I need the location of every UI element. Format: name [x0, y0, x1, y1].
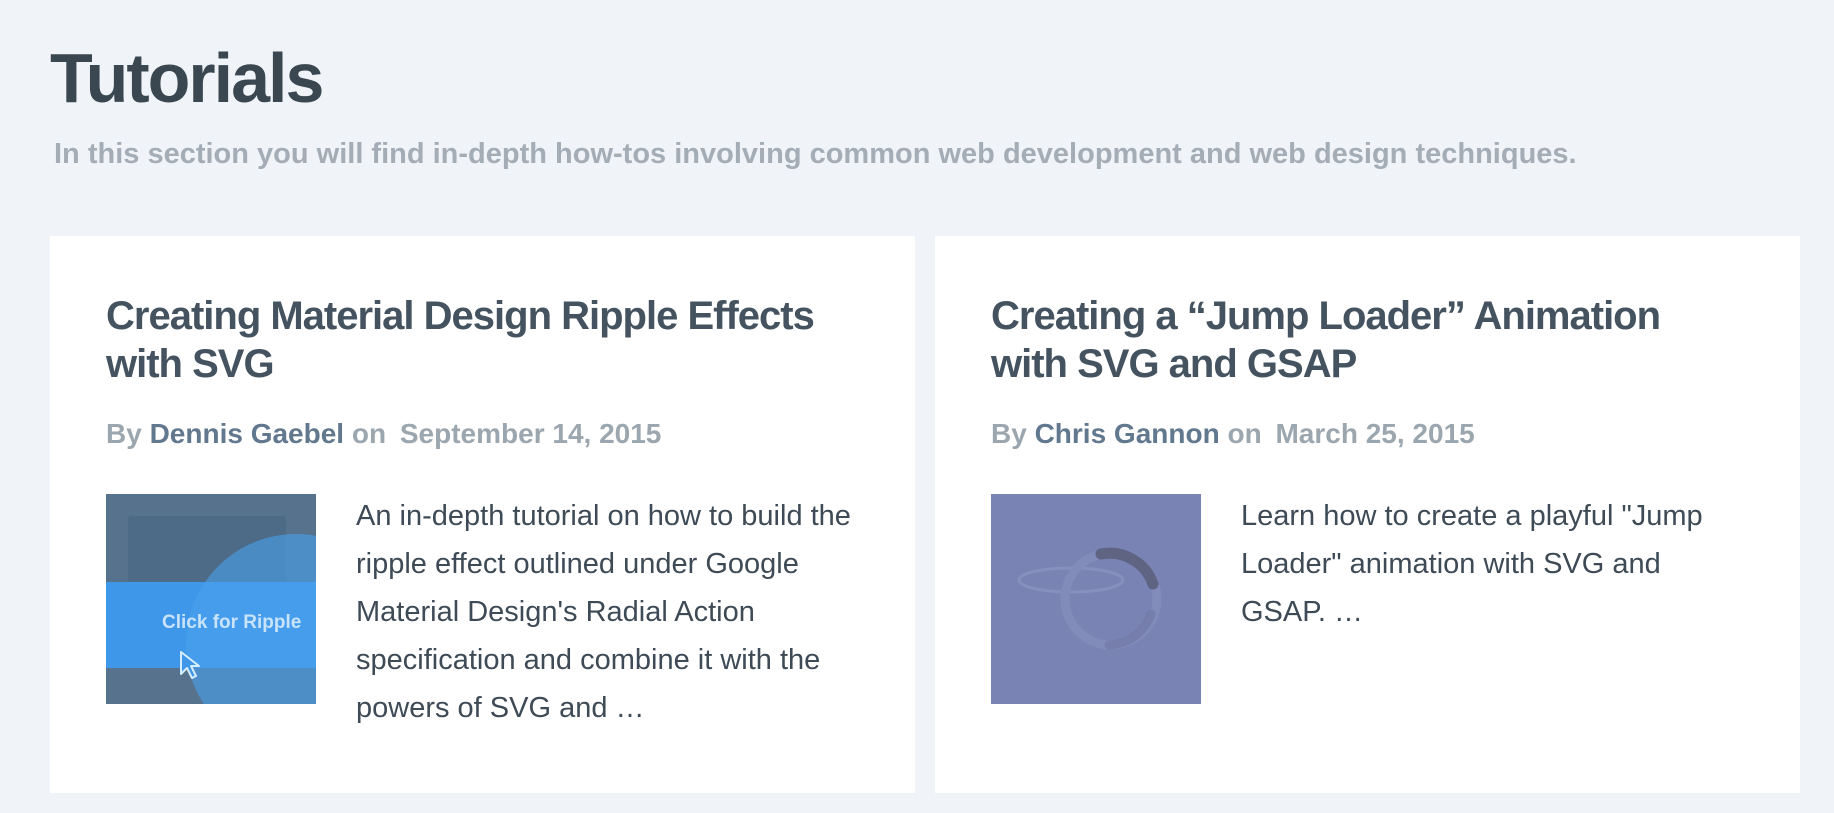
by-label: By [991, 418, 1027, 449]
by-label: By [106, 418, 142, 449]
card-body: Learn how to create a playful "Jump Load… [991, 494, 1744, 704]
card-excerpt: Learn how to create a playful "Jump Load… [1241, 500, 1703, 628]
card-meta: By Dennis Gaebel on September 14, 2015 [106, 416, 859, 452]
thumbnail-caption: Click for Ripple [162, 612, 302, 633]
loader-ring-icon [1017, 547, 1162, 650]
author-link[interactable]: Dennis Gaebel [150, 418, 345, 449]
pointer-cursor-icon [180, 651, 200, 679]
card-title-link[interactable]: Creating a “Jump Loader” Animation with … [991, 292, 1744, 388]
tutorial-card: Creating Material Design Ripple Effects … [50, 236, 915, 793]
ripple-thumbnail-image[interactable]: Click for Ripple [106, 494, 316, 704]
card-excerpt: An in-depth tutorial on how to build the… [356, 500, 851, 724]
tutorial-card-list: Creating Material Design Ripple Effects … [50, 236, 1800, 793]
page-title: Tutorials [50, 39, 324, 117]
card-meta: By Chris Gannon on March 25, 2015 [991, 416, 1744, 452]
page-subtitle: In this section you will find in-depth h… [54, 138, 1577, 170]
publish-date: March 25, 2015 [1275, 418, 1475, 449]
card-title-link[interactable]: Creating Material Design Ripple Effects … [106, 292, 859, 388]
on-label: on [1227, 418, 1262, 449]
card-body: Click for Ripple An in-depth tutorial on… [106, 494, 859, 732]
publish-date: September 14, 2015 [399, 418, 662, 449]
jump-loader-thumbnail-image[interactable] [991, 494, 1201, 704]
on-label: on [351, 418, 387, 449]
tutorial-card: Creating a “Jump Loader” Animation with … [935, 236, 1800, 793]
author-link[interactable]: Chris Gannon [1035, 418, 1220, 449]
